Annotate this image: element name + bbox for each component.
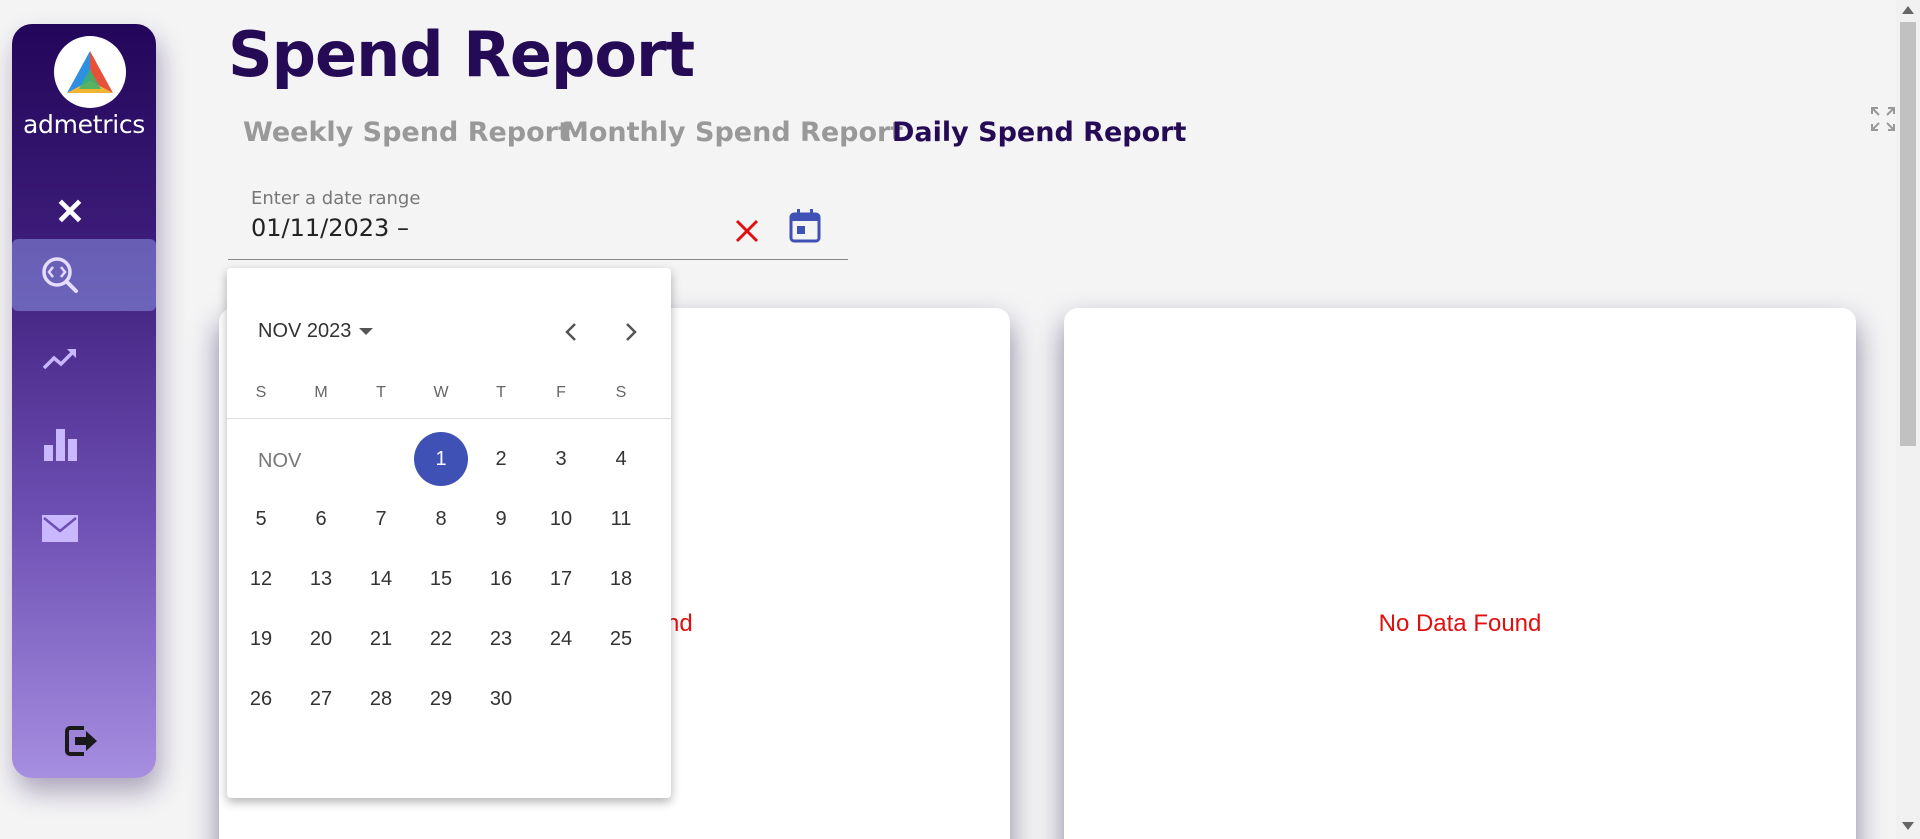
calendar-day[interactable]: 20	[294, 612, 348, 666]
calendar-day[interactable]: 3	[534, 432, 588, 486]
calendar-day[interactable]: 9	[474, 492, 528, 546]
trending-up-icon	[42, 349, 76, 370]
sidebar-item-trends[interactable]	[12, 323, 156, 395]
calendar-day[interactable]: 11	[594, 492, 648, 546]
bar-chart-icon	[44, 429, 77, 461]
chevron-down-icon	[359, 328, 374, 335]
calendar-day[interactable]: 4	[594, 432, 648, 486]
close-sidebar-button[interactable]: ✕	[52, 194, 88, 230]
brand-name: admetrics	[22, 110, 146, 139]
calendar-divider	[227, 418, 671, 419]
admetrics-logo-icon	[67, 51, 113, 93]
calendar-day[interactable]: 23	[474, 612, 528, 666]
tab-daily-spend-report[interactable]: Daily Spend Report	[892, 117, 1186, 148]
calendar-day[interactable]: 28	[354, 672, 408, 726]
date-range-input[interactable]: 01/11/2023 –	[251, 214, 409, 242]
calendar-day[interactable]: 26	[234, 672, 288, 726]
date-range-label: Enter a date range	[251, 188, 421, 209]
calendar-day[interactable]: 30	[474, 672, 528, 726]
scrollbar-thumb[interactable]	[1900, 22, 1916, 446]
calendar-day[interactable]: 21	[354, 612, 408, 666]
page-title: Spend Report	[228, 18, 695, 91]
page-scrollbar[interactable]	[1896, 0, 1920, 839]
calendar-day[interactable]: 29	[414, 672, 468, 726]
mail-icon	[42, 515, 78, 542]
fullscreen-icon[interactable]	[1870, 106, 1896, 132]
calendar-day-selected[interactable]: 1	[414, 432, 468, 486]
calendar-day[interactable]: 16	[474, 552, 528, 606]
weekday-header: M	[314, 384, 328, 401]
calendar-day[interactable]: 25	[594, 612, 648, 666]
previous-month-icon[interactable]	[557, 318, 585, 346]
calendar-day[interactable]: 8	[414, 492, 468, 546]
month-label: NOV	[258, 450, 302, 472]
tab-weekly-spend-report[interactable]: Weekly Spend Report	[243, 117, 571, 148]
weekday-header: F	[556, 384, 566, 401]
calendar-day[interactable]: 10	[534, 492, 588, 546]
date-range-field[interactable]: Enter a date range 01/11/2023 –	[228, 188, 848, 260]
weekday-header: W	[433, 384, 449, 401]
tab-monthly-spend-report[interactable]: Monthly Spend Report	[562, 117, 903, 148]
period-label: NOV 2023	[258, 320, 352, 342]
calendar-day[interactable]: 2	[474, 432, 528, 486]
weekday-header: S	[255, 384, 267, 401]
search-code-icon	[42, 257, 78, 293]
calendar-day[interactable]: 5	[234, 492, 288, 546]
calendar-day[interactable]: 19	[234, 612, 288, 666]
calendar-day[interactable]: 15	[414, 552, 468, 606]
scroll-up-arrow[interactable]	[1902, 6, 1914, 14]
calendar-day[interactable]: 6	[294, 492, 348, 546]
brand-logo	[54, 36, 126, 108]
calendar-day[interactable]: 27	[294, 672, 348, 726]
chart-card-right: No Data Found	[1064, 308, 1856, 839]
no-data-message: No Data Found	[1378, 610, 1542, 637]
calendar-day[interactable]: 14	[354, 552, 408, 606]
period-selector[interactable]: NOV 2023	[258, 320, 374, 343]
scroll-down-arrow[interactable]	[1902, 822, 1914, 830]
calendar-day[interactable]: 7	[354, 492, 408, 546]
calendar-icon[interactable]	[788, 208, 822, 244]
clear-icon[interactable]	[734, 218, 760, 244]
sidebar-item-reports[interactable]	[12, 408, 156, 480]
logout-icon[interactable]	[62, 722, 100, 760]
calendar-day[interactable]: 17	[534, 552, 588, 606]
calendar-day[interactable]: 18	[594, 552, 648, 606]
calendar-day[interactable]: 22	[414, 612, 468, 666]
weekday-header: S	[615, 384, 627, 401]
date-picker-popup: NOV 2023 NOV S M T W T F S 1 2 3 4 5 6 7 8 9 10 11 12 13 14 1…	[227, 268, 671, 798]
calendar-day[interactable]: 24	[534, 612, 588, 666]
calendar-day[interactable]: 13	[294, 552, 348, 606]
weekday-header: T	[376, 384, 386, 401]
sidebar: admetrics ✕	[12, 24, 156, 778]
sidebar-item-mail[interactable]	[12, 492, 156, 564]
calendar-day[interactable]: 12	[234, 552, 288, 606]
next-month-icon[interactable]	[617, 318, 645, 346]
weekday-header: T	[496, 384, 506, 401]
sidebar-item-search[interactable]	[12, 239, 156, 311]
